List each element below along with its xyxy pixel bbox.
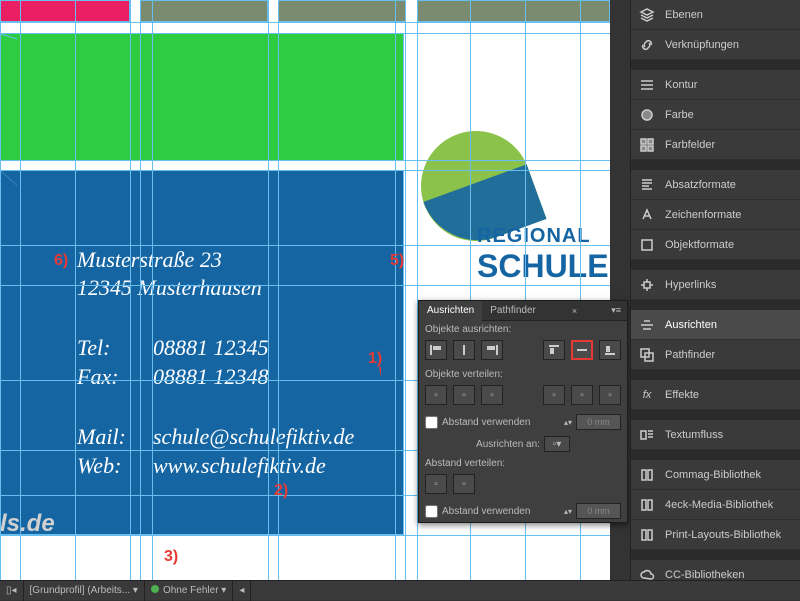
paragraph-styles-icon [637,175,657,195]
panel-print-lib[interactable]: Print-Layouts-Bibliothek [631,520,800,550]
tab-pathfinder[interactable]: Pathfinder [482,301,544,321]
watermark: ls.de [0,510,55,538]
text-wrap-icon [637,425,657,445]
panel-zeichenformate[interactable]: Zeichenformate [631,200,800,230]
use-spacing-label: Abstand verwenden [442,417,530,428]
align-top-button[interactable] [543,340,565,360]
swatches-icon [637,135,657,155]
image-frame[interactable] [278,0,406,22]
panel-dock: Ebenen Verknüpfungen Kontur Farbe Farbfe… [630,0,800,580]
annotation-marker: 3) [164,548,178,566]
panel-close-icon[interactable]: × [566,306,583,316]
object-styles-icon [637,235,657,255]
character-styles-icon [637,205,657,225]
logo-frame[interactable]: REGIONAL SCHULE [417,125,610,285]
panel-ebenen[interactable]: Ebenen [631,0,800,30]
panel-objektformate[interactable]: Objektformate [631,230,800,260]
blue-text-frame[interactable]: Musterstraße 23 12345 Musterhausen Tel: … [0,170,404,535]
library-icon [637,495,657,515]
hyperlinks-icon [637,275,657,295]
panel-menu-icon[interactable]: ▾≡ [605,305,627,316]
panel-ausrichten[interactable]: Ausrichten [631,310,800,340]
spacing-field[interactable] [576,414,621,430]
use-spacing-checkbox[interactable] [425,505,438,518]
align-bottom-button[interactable] [599,340,621,360]
dist-left-button[interactable]: ▫ [543,385,565,405]
align-right-button[interactable] [481,340,503,360]
panel-hyperlinks[interactable]: Hyperlinks [631,270,800,300]
fx-icon: fx [637,385,657,405]
dist-vspacing-button[interactable]: ▫ [425,474,447,494]
spacing-field[interactable] [576,503,621,519]
links-icon [637,35,657,55]
panel-commag-lib[interactable]: Commag-Bibliothek [631,460,800,490]
stroke-icon [637,75,657,95]
mail-label[interactable]: Mail: [77,424,126,450]
section-label: Objekte ausrichten: [419,321,627,338]
panel-farbfelder[interactable]: Farbfelder [631,130,800,160]
fax-label[interactable]: Fax: [77,364,119,390]
annotation-marker: 6) [54,252,68,270]
section-label: Abstand verteilen: [419,455,627,472]
layers-icon [637,5,657,25]
address-line[interactable]: 12345 Musterhausen [77,275,262,301]
align-to-dropdown[interactable]: ▫▾ [544,436,570,452]
use-spacing-checkbox[interactable] [425,416,438,429]
library-icon [637,465,657,485]
library-icon [637,525,657,545]
fax-value[interactable]: 08881 12348 [153,364,269,390]
dist-right-button[interactable]: ▫ [599,385,621,405]
dist-top-button[interactable]: ▫ [425,385,447,405]
image-frame[interactable] [417,0,610,22]
logo-text: SCHULE [477,248,609,285]
section-label: Objekte verteilen: [419,366,627,383]
panel-farbe[interactable]: Farbe [631,100,800,130]
image-frame[interactable] [140,0,268,22]
color-icon [637,105,657,125]
panel-effekte[interactable]: fxEffekte [631,380,800,410]
web-label[interactable]: Web: [77,453,121,479]
preflight-status[interactable]: Ohne Fehler ▾ [145,581,233,601]
tel-value[interactable]: 08881 12345 [153,335,269,361]
tel-label[interactable]: Tel: [77,335,110,361]
panel-absatzformate[interactable]: Absatzformate [631,170,800,200]
dist-vcenter-button[interactable]: ▫ [453,385,475,405]
align-vcenter-button[interactable] [571,340,593,360]
dist-bottom-button[interactable]: ▫ [481,385,503,405]
tab-align[interactable]: Ausrichten [419,301,482,321]
page-nav-icon[interactable]: ▯◂ [0,581,24,601]
dist-hcenter-button[interactable]: ▫ [571,385,593,405]
panel-textumfluss[interactable]: Textumfluss [631,420,800,450]
panel-verknuepfungen[interactable]: Verknüpfungen [631,30,800,60]
annotation-marker: 5) [390,252,404,270]
pathfinder-icon [637,345,657,365]
mail-value[interactable]: schule@schulefiktiv.de [153,424,354,450]
align-to-label: Ausrichten an: [476,439,540,450]
align-icon [637,315,657,335]
align-left-button[interactable] [425,340,447,360]
status-bar: ▯◂ [Grundprofil] (Arbeits... ▾ Ohne Fehl… [0,580,800,600]
panel-pathfinder[interactable]: Pathfinder [631,340,800,370]
green-rect[interactable] [0,33,404,161]
dist-hspacing-button[interactable]: ▫ [453,474,475,494]
panel-kontur[interactable]: Kontur [631,70,800,100]
use-spacing-label: Abstand verwenden [442,506,530,517]
status-dot-icon [151,585,159,593]
panel-4eck-lib[interactable]: 4eck-Media-Bibliothek [631,490,800,520]
profile-dropdown[interactable]: [Grundprofil] (Arbeits... ▾ [24,581,145,601]
scroll-left-icon[interactable]: ◂ [233,581,251,601]
align-panel[interactable]: Ausrichten Pathfinder × ▾≡ Objekte ausri… [418,300,628,523]
address-line[interactable]: Musterstraße 23 [77,247,222,273]
annotation-marker: 2) [274,482,288,500]
align-hcenter-button[interactable] [453,340,475,360]
